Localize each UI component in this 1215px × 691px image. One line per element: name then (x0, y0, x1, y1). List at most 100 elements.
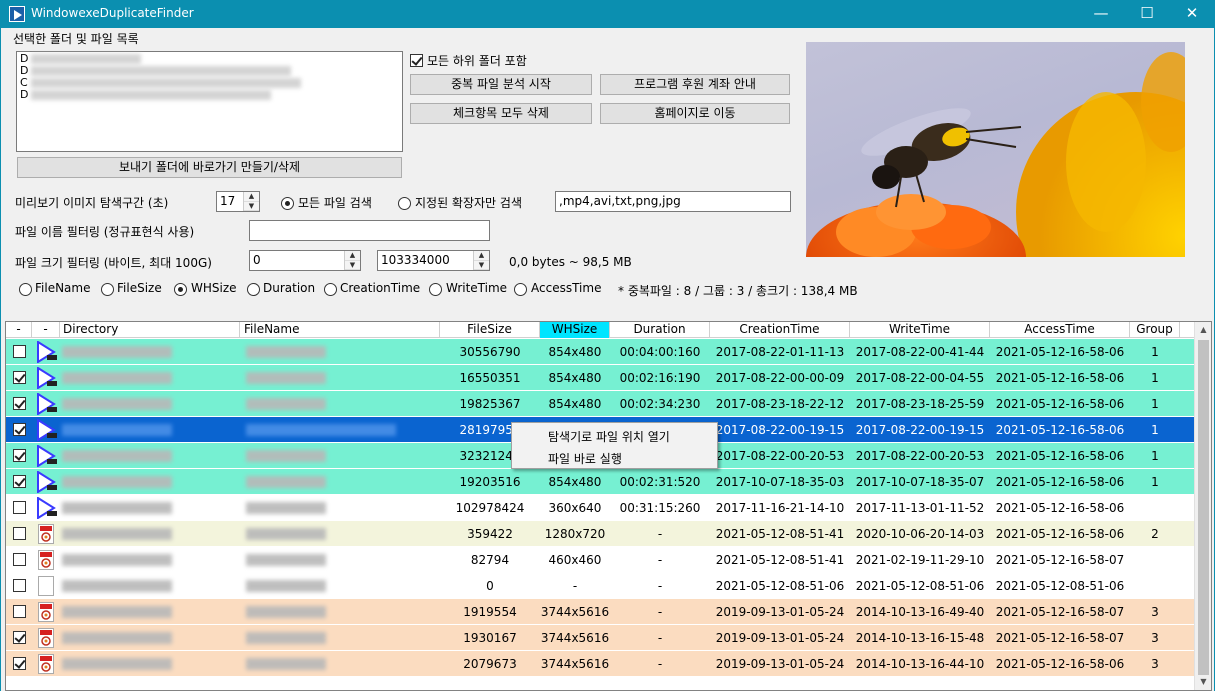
compare-radio-filesize[interactable] (101, 283, 114, 296)
writetime-cell: 2017-10-07-18-35-07 (855, 475, 985, 489)
size-max-input[interactable]: 103334000 ▲ ▼ (377, 250, 490, 271)
accesstime-cell: 2021-05-12-16-58-07 (995, 605, 1125, 619)
duration-cell: - (657, 605, 663, 619)
row-checkbox[interactable] (13, 397, 26, 410)
compare-label: FileSize (117, 281, 162, 295)
column-header-whsize[interactable]: WHSize (540, 322, 610, 338)
directory-cell (62, 372, 172, 384)
extensions-input[interactable]: ,mp4,avi,txt,png,jpg (555, 191, 791, 212)
compare-radio-writetime[interactable] (429, 283, 442, 296)
table-row[interactable]: 359422 1280x720 - 2021-05-12-08-51-41 2020-1… (6, 521, 1196, 547)
row-checkbox[interactable] (13, 345, 26, 358)
row-checkbox[interactable] (13, 423, 26, 436)
ext-only-radio[interactable] (398, 197, 411, 210)
minimize-button[interactable]: — (1078, 0, 1124, 28)
shortcut-button[interactable]: 보내기 폴더에 바로가기 만들기/삭제 (17, 157, 402, 178)
row-checkbox[interactable] (13, 527, 26, 540)
scrollbar-thumb[interactable] (1198, 340, 1209, 675)
video-file-icon (36, 470, 57, 494)
table-row[interactable]: 1919554 3744x5616 - 2019-09-13-01-05-24 2014… (6, 599, 1196, 625)
table-row[interactable]: 1930167 3744x5616 - 2019-09-13-01-05-24 2014… (6, 625, 1196, 651)
creationtime-cell: 2017-08-22-00-00-09 (715, 371, 845, 385)
table-row[interactable]: 19825367 854x480 00:02:34:230 2017-08-23-18… (6, 391, 1196, 417)
close-button[interactable]: ✕ (1169, 0, 1215, 28)
row-checkbox[interactable] (13, 449, 26, 462)
table-row[interactable]: 19203516 854x480 00:02:31:520 2017-10-07-18… (6, 469, 1196, 495)
video-file-icon (36, 496, 57, 520)
homepage-button[interactable]: 홈페이지로 이동 (600, 103, 790, 124)
spin-up-icon[interactable]: ▲ (244, 192, 259, 202)
size-min-input[interactable]: 0 ▲ ▼ (249, 250, 361, 271)
compare-radio-accesstime[interactable] (514, 283, 527, 296)
delete-checked-button[interactable]: 체크항목 모두 삭제 (410, 103, 592, 124)
vertical-scrollbar[interactable]: ▲ ▼ (1194, 322, 1211, 690)
name-filter-input[interactable] (249, 220, 490, 241)
table-header: - - Directory FileName FileSize WHSize D… (6, 322, 1196, 338)
column-header-filesize[interactable]: FileSize (440, 322, 540, 338)
ext-only-label: 지정된 확장자만 검색 (415, 196, 522, 210)
table-row[interactable]: 82794 460x460 - 2021-05-12-08-51-41 2021-02-… (6, 547, 1196, 573)
duration-cell: - (657, 553, 663, 567)
column-header-check[interactable]: - (6, 322, 32, 338)
column-header-creationtime[interactable]: CreationTime (710, 322, 850, 338)
size-range-text: 0,0 bytes ~ 98,5 MB (509, 255, 632, 269)
compare-radio-duration[interactable] (247, 283, 260, 296)
duration-cell: - (657, 579, 663, 593)
maximize-button[interactable]: ☐ (1124, 0, 1170, 28)
row-checkbox[interactable] (13, 371, 26, 384)
row-checkbox[interactable] (13, 631, 26, 644)
interval-spinner[interactable]: ▲ ▼ (243, 192, 259, 211)
filename-cell (246, 346, 326, 358)
table-row[interactable]: 2079673 3744x5616 - 2019-09-13-01-05-24 2014… (6, 651, 1196, 677)
size-min-spinner[interactable]: ▲ ▼ (344, 251, 360, 270)
donate-button[interactable]: 프로그램 후원 계좌 안내 (600, 74, 790, 95)
duration-cell: 00:02:31:520 (619, 475, 701, 489)
scroll-down-icon[interactable]: ▼ (1195, 674, 1211, 690)
table-row[interactable]: 30556790 854x480 00:04:00:160 2017-08-22-01… (6, 339, 1196, 365)
include-subfolders-checkbox[interactable] (410, 54, 423, 67)
filename-cell (246, 580, 326, 592)
column-header-writetime[interactable]: WriteTime (850, 322, 990, 338)
table-row[interactable]: 102978424 360x640 00:31:15:260 2017-11-16-2… (6, 495, 1196, 521)
preview-interval-input[interactable]: 17 ▲ ▼ (216, 191, 260, 212)
spin-down-icon[interactable]: ▼ (474, 261, 489, 270)
menu-item-run-file[interactable]: 파일 바로 실행 (548, 450, 622, 467)
table-row[interactable]: 0 - - 2021-05-12-08-51-06 2021-05-12-08-51-0… (6, 573, 1196, 599)
column-header-directory[interactable]: Directory (60, 322, 240, 338)
compare-radio-whsize[interactable] (174, 283, 187, 296)
row-checkbox[interactable] (13, 657, 26, 670)
column-header-icon[interactable]: - (32, 322, 60, 338)
group-cell (1130, 547, 1180, 573)
folder-entry[interactable]: D (20, 89, 28, 101)
row-checkbox[interactable] (13, 501, 26, 514)
spin-up-icon[interactable]: ▲ (474, 251, 489, 261)
blurred-path (31, 66, 291, 76)
column-header-accesstime[interactable]: AccessTime (990, 322, 1130, 338)
compare-radio-creationtime[interactable] (324, 283, 337, 296)
all-files-radio[interactable] (281, 197, 294, 210)
row-checkbox[interactable] (13, 605, 26, 618)
size-max-spinner[interactable]: ▲ ▼ (473, 251, 489, 270)
column-header-filename[interactable]: FileName (240, 322, 440, 338)
row-checkbox[interactable] (13, 475, 26, 488)
accesstime-cell: 2021-05-12-16-58-07 (995, 553, 1125, 567)
accesstime-cell: 2021-05-12-16-58-06 (995, 371, 1125, 385)
menu-item-open-location[interactable]: 탐색기로 파일 위치 열기 (548, 428, 670, 445)
image-file-icon (38, 628, 54, 648)
column-header-group[interactable]: Group (1130, 322, 1180, 338)
table-row[interactable]: 16550351 854x480 00:02:16:190 2017-08-22-00… (6, 365, 1196, 391)
creationtime-cell: 2017-08-22-00-19-15 (715, 423, 845, 437)
compare-radio-filename[interactable] (19, 283, 32, 296)
analyze-button[interactable]: 중복 파일 분석 시작 (410, 74, 592, 95)
folder-list[interactable]: D D C D (16, 51, 403, 152)
whsize-cell: 854x480 (548, 345, 602, 359)
column-header-duration[interactable]: Duration (610, 322, 710, 338)
spin-down-icon[interactable]: ▼ (244, 202, 259, 211)
spin-up-icon[interactable]: ▲ (345, 251, 360, 261)
group-cell: 1 (1151, 345, 1159, 359)
row-checkbox[interactable] (13, 579, 26, 592)
row-checkbox[interactable] (13, 553, 26, 566)
results-table[interactable]: - - Directory FileName FileSize WHSize D… (5, 321, 1212, 691)
scroll-up-icon[interactable]: ▲ (1195, 322, 1211, 338)
spin-down-icon[interactable]: ▼ (345, 261, 360, 270)
